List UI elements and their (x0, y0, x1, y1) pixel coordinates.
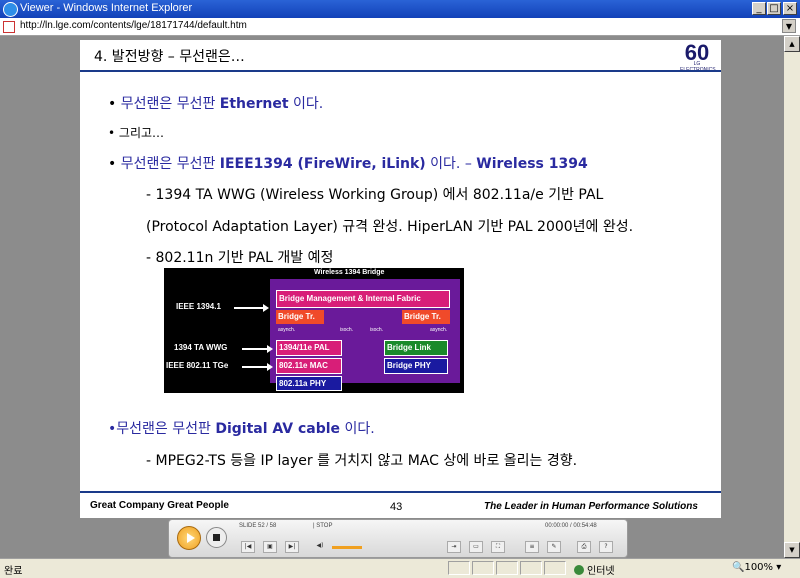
zoom-control[interactable]: 🔍100% ▾ (732, 562, 781, 573)
player-state: | STOP (313, 523, 333, 529)
wireless-1394-bridge-diagram: Wireless 1394 Bridge Bridge Management &… (164, 268, 464, 393)
slide-counter: SLIDE 52 / 58 (239, 523, 277, 529)
attachment-icon[interactable]: ✎ (547, 541, 561, 553)
isoch-label-2: isoch. (370, 327, 384, 333)
vertical-scrollbar[interactable]: ▲ ▼ (784, 36, 800, 558)
status-cell (520, 561, 542, 575)
bullet-digital-av: •무선랜은 무선판 Digital AV cable 이다. (108, 418, 375, 438)
bullet-1-bold: Ethernet (219, 96, 289, 112)
tge-label: IEEE 802.11 TGe (166, 361, 229, 370)
bridge-link-box: Bridge Link (384, 340, 448, 356)
bullet-3-bold2: Wireless 1394 (476, 156, 588, 172)
volume-icon[interactable]: ◀) (313, 541, 327, 553)
arrow-icon (242, 363, 273, 371)
close-button[interactable]: × (783, 2, 797, 15)
bullet-2-text: 그리고… (118, 126, 165, 140)
bullet-geurigo: • 그리고… (108, 124, 164, 141)
bullet-1-text: 무선랜은 무선판 (120, 96, 220, 112)
bullet-ieee1394: • 무선랜은 무선판 IEEE1394 (FireWire, iLink) 이다… (108, 153, 588, 173)
security-zone[interactable]: 인터넷 (574, 562, 615, 577)
globe-icon (574, 565, 584, 575)
page-number: 43 (390, 501, 403, 513)
page-icon (3, 21, 15, 33)
arrow-icon (242, 345, 273, 353)
volume-slider[interactable] (332, 546, 362, 549)
bullet-3-bold: IEEE1394 (FireWire, iLink) (219, 156, 426, 172)
player-time: 00:00:00 / 00:54:48 (545, 523, 597, 529)
footer-left: Great Company Great People (90, 500, 229, 511)
sub-line-1: - 1394 TA WWG (Wireless Working Group) 에… (146, 187, 604, 203)
mac-box: 802.11e MAC (276, 358, 342, 374)
status-bar: 완료 인터넷 🔍100% ▾ (0, 558, 800, 578)
slide-title: 4. 발전방향 – 무선랜은… (94, 49, 245, 65)
maximize-button[interactable]: □ (767, 2, 781, 15)
address-bar[interactable]: http://ln.lge.com/contents/lge/18171744/… (0, 18, 800, 36)
bullet-4-tail: 이다. (340, 421, 375, 437)
bullet-dot: • (108, 156, 117, 172)
ta-wwg-label: 1394 TA WWG (174, 343, 228, 352)
status-cell (544, 561, 566, 575)
ieee1394-label: IEEE 1394.1 (176, 302, 221, 311)
slide-list-icon[interactable]: ▣ (263, 541, 277, 553)
arrow-icon (234, 304, 269, 312)
notes-icon[interactable]: ≡ (525, 541, 539, 553)
bullet-4-text: 무선랜은 무선판 (116, 421, 216, 437)
bullet-4-bold: Digital AV cable (215, 421, 341, 437)
header-rule (80, 70, 721, 72)
outline-icon[interactable]: ⇥ (447, 541, 461, 553)
slide: 4. 발전방향 – 무선랜은… 60LG ELECTRONICS • 무선랜은 … (80, 40, 721, 518)
diagram-title: Wireless 1394 Bridge (314, 269, 385, 276)
print-icon[interactable]: ⎙ (577, 541, 591, 553)
asynch-label-2: asynch. (430, 327, 448, 333)
footer-rule (80, 491, 721, 493)
minimize-button[interactable]: _ (752, 2, 766, 15)
next-slide-icon[interactable]: ▶| (285, 541, 299, 553)
scroll-up-icon[interactable]: ▲ (784, 36, 800, 52)
isoch-label-1: isoch. (340, 327, 354, 333)
lg-logo: 60LG ELECTRONICS (680, 40, 716, 73)
bullet-ethernet: • 무선랜은 무선판 Ethernet 이다. (108, 93, 323, 113)
status-cell (448, 561, 470, 575)
footer-right: The Leader in Human Performance Solution… (484, 501, 698, 512)
address-dropdown-icon[interactable]: ▼ (782, 19, 796, 33)
asynch-label-1: asynch. (278, 327, 296, 333)
ie-icon (3, 2, 18, 17)
bullet-dot: • (108, 96, 117, 112)
scroll-down-icon[interactable]: ▼ (784, 542, 800, 558)
sub-line-2: (Protocol Adaptation Layer) 규격 완성. Hiper… (146, 219, 634, 235)
bridge-tr-right: Bridge Tr. (402, 310, 450, 324)
help-icon[interactable]: ? (599, 541, 613, 553)
fit-icon[interactable]: ⛶ (491, 541, 505, 553)
bullet-3-tail: 이다. – (425, 156, 477, 172)
sub-line-4: - MPEG2-TS 등을 IP layer 를 거치지 않고 MAC 상에 바… (146, 453, 578, 469)
bullet-1-tail: 이다. (288, 96, 324, 112)
window-title-bar: Viewer - Windows Internet Explorer _ □ × (0, 0, 800, 18)
bridge-phy-box: Bridge PHY (384, 358, 448, 374)
zoom-level: 100% (744, 562, 774, 573)
bridge-management-box: Bridge Management & Internal Fabric (276, 290, 450, 308)
bullet-3-text: 무선랜은 무선판 (120, 156, 220, 172)
bridge-tr-left: Bridge Tr. (276, 310, 324, 324)
play-button[interactable] (177, 526, 201, 550)
status-cell (496, 561, 518, 575)
status-cell (472, 561, 494, 575)
stop-button[interactable] (206, 527, 227, 548)
bullet-dot: • (108, 126, 116, 140)
phy-box: 802.11a PHY (276, 376, 342, 391)
prev-slide-icon[interactable]: |◀ (241, 541, 255, 553)
address-url[interactable]: http://ln.lge.com/contents/lge/18171744/… (20, 20, 247, 31)
zone-label: 인터넷 (587, 566, 615, 577)
pal-box: 1394/11e PAL (276, 340, 342, 356)
sub-line-3: - 802.11n 기반 PAL 개발 예정 (146, 250, 334, 266)
presentation-player: SLIDE 52 / 58 | STOP 00:00:00 / 00:54:48… (168, 519, 628, 558)
window-title: Viewer - Windows Internet Explorer (20, 2, 193, 14)
status-text: 완료 (4, 566, 23, 577)
fullscreen-icon[interactable]: ▭ (469, 541, 483, 553)
